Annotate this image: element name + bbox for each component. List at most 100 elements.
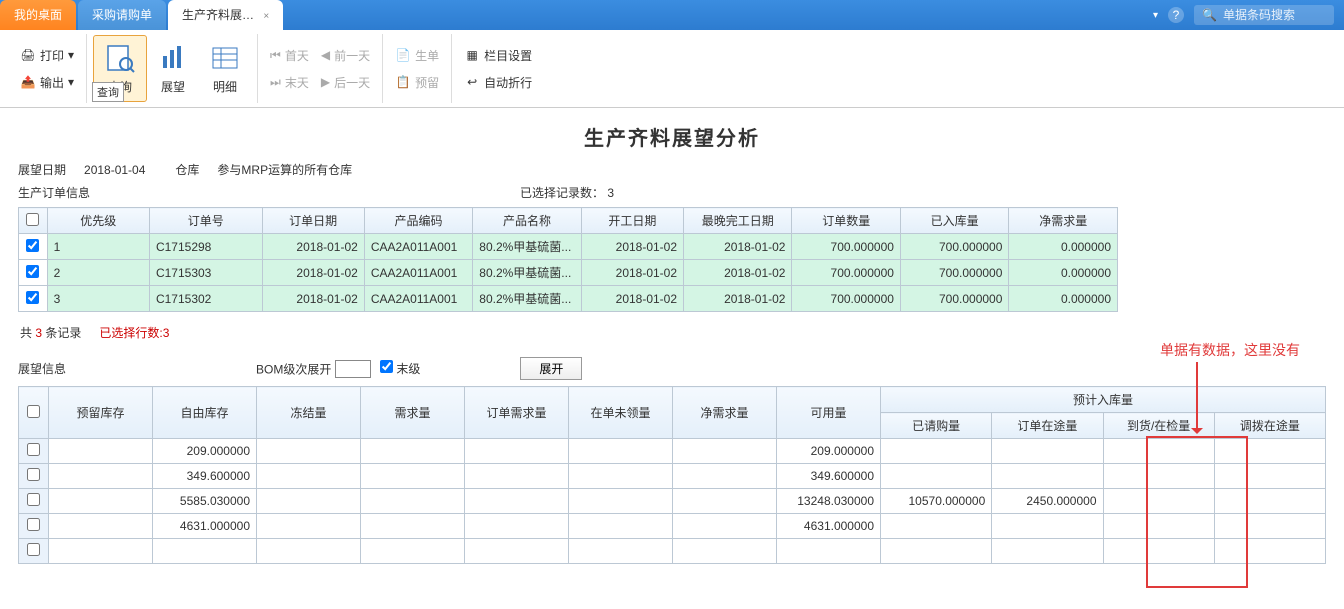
tab-purchase-request[interactable]: 采购请购单 [78,0,166,30]
table-row[interactable]: 1 C1715298 2018-01-02 CAA2A011A001 80.2%… [19,234,1118,260]
select-all-checkbox-2[interactable] [27,405,40,418]
cell-start-date: 2018-01-02 [581,286,683,312]
row-checkbox[interactable] [26,265,39,278]
cell-transfer-transit [1214,439,1325,464]
chevron-down-icon: ▾ [68,75,74,89]
cell-order-date: 2018-01-02 [262,286,364,312]
th-frozen-qty[interactable]: 冻结量 [257,387,361,439]
th-reserved-stock[interactable]: 预留库存 [49,387,153,439]
row-checkbox[interactable] [27,468,40,481]
tab-desktop[interactable]: 我的桌面 [0,0,76,30]
table-row[interactable]: 2 C1715303 2018-01-02 CAA2A011A001 80.2%… [19,260,1118,286]
help-icon[interactable]: ? [1168,7,1184,23]
th-order-transit[interactable]: 订单在途量 [992,413,1103,439]
th-free-stock[interactable]: 自由库存 [153,387,257,439]
cell-net-demand [673,464,777,489]
cell-frozen-qty [257,489,361,514]
th-order-date[interactable]: 订单日期 [262,208,364,234]
select-all-checkbox[interactable] [26,213,39,226]
section2-header: 展望信息 BOM级次展开 末级 展开 [18,357,1326,380]
th-demand-qty[interactable]: 需求量 [361,387,465,439]
cell-order-demand [465,514,569,539]
th-in-order-unrecv[interactable]: 在单未领量 [569,387,673,439]
cell-reserved-stock [49,439,153,464]
cell-arrival-inspect [1103,514,1214,539]
cell-free-stock: 5585.030000 [153,489,257,514]
leaf-checkbox[interactable] [380,360,393,373]
row-checkbox[interactable] [27,518,40,531]
cell-available: 13248.030000 [777,489,881,514]
th-order-no[interactable]: 订单号 [149,208,262,234]
cell-latest-finish: 2018-01-02 [684,234,792,260]
table-row[interactable]: 3 C1715302 2018-01-02 CAA2A011A001 80.2%… [19,286,1118,312]
cell-available: 209.000000 [777,439,881,464]
cell-start-date: 2018-01-02 [581,260,683,286]
print-button[interactable]: 🖨打印 ▾ [14,44,80,67]
th-transfer-transit[interactable]: 调拨在途量 [1214,413,1325,439]
th-prod-name[interactable]: 产品名称 [473,208,581,234]
row-checkbox[interactable] [27,443,40,456]
cell-order-transit: 2450.000000 [992,489,1103,514]
selected-count-label: 已选择记录数： [520,186,604,200]
cell-priority: 1 [47,234,149,260]
th-order-demand[interactable]: 订单需求量 [465,387,569,439]
table-row[interactable]: 349.600000 349.600000 [19,464,1326,489]
outlook-label: 展望 [161,78,185,95]
next-icon: ▶ [321,75,330,89]
th-expected-in-group[interactable]: 预计入库量 [881,387,1326,413]
row-checkbox[interactable] [27,493,40,506]
cell-order-no: C1715298 [149,234,262,260]
table-row[interactable]: 4631.000000 4631.000000 [19,514,1326,539]
barcode-search[interactable]: 🔍 [1194,5,1334,25]
ribbon-toolbar: 🖨打印 ▾ 📤输出 ▾ 查询 展望 明细 ⏮首天 ⏭末天 ◀前一天 ▶后一天 📄… [0,30,1344,108]
th-purchased[interactable]: 已请购量 [881,413,992,439]
cell-order-transit [992,514,1103,539]
auto-wrap-button[interactable]: ↩自动折行 [458,71,538,94]
th-start-date[interactable]: 开工日期 [581,208,683,234]
th-available[interactable]: 可用量 [777,387,881,439]
outlook-date-value: 2018-01-04 [84,163,145,177]
selected-count-value: 3 [607,186,614,200]
th-priority[interactable]: 优先级 [47,208,149,234]
bom-level-input[interactable] [335,360,371,378]
cell-arrival-inspect [1103,439,1214,464]
last-day-button[interactable]: ⏭末天 [264,71,315,94]
detail-button[interactable]: 明细 [199,36,251,101]
prod-order-button[interactable]: 📄生单 [389,44,445,67]
table-row[interactable] [19,539,1326,564]
expand-button[interactable]: 展开 [520,357,582,380]
bom-level-label: BOM级次展开 [256,362,331,376]
th-net-demand[interactable]: 净需求量 [1009,208,1118,234]
cell-in-order-unrecv [569,439,673,464]
th-prod-code[interactable]: 产品编码 [364,208,472,234]
row-checkbox[interactable] [27,543,40,556]
dropdown-icon[interactable]: ▾ [1153,10,1158,21]
th-in-stock[interactable]: 已入库量 [900,208,1008,234]
barcode-search-input[interactable] [1223,8,1326,22]
table-row[interactable]: 5585.030000 13248.030000 10570.000000 24… [19,489,1326,514]
th-net-demand2[interactable]: 净需求量 [673,387,777,439]
first-day-button[interactable]: ⏮首天 [264,44,315,67]
cell-latest-finish: 2018-01-02 [684,260,792,286]
row-checkbox[interactable] [26,239,39,252]
cell-in-stock: 700.000000 [900,260,1008,286]
prev-day-button[interactable]: ◀前一天 [315,44,376,67]
output-button[interactable]: 📤输出 ▾ [14,71,80,94]
tab-label: 采购请购单 [92,8,152,22]
th-order-qty[interactable]: 订单数量 [792,208,900,234]
table-row[interactable]: 209.000000 209.000000 [19,439,1326,464]
close-icon[interactable]: × [263,11,269,22]
cell-order-qty: 700.000000 [792,260,900,286]
outlook-button[interactable]: 展望 [147,36,199,101]
cell-purchased: 10570.000000 [881,489,992,514]
cell-transfer-transit [1214,464,1325,489]
cell-order-date: 2018-01-02 [262,234,364,260]
tab-production-material[interactable]: 生产齐料展… × [168,0,283,30]
th-latest-finish[interactable]: 最晚完工日期 [684,208,792,234]
column-setting-button[interactable]: ▦栏目设置 [458,44,538,67]
outlook-icon [157,42,189,74]
next-day-button[interactable]: ▶后一天 [315,71,376,94]
row-checkbox[interactable] [26,291,39,304]
reserve-button[interactable]: 📋预留 [389,71,445,94]
info-row: 展望日期2018-01-04 仓库参与MRP运算的所有仓库 [18,161,1326,178]
